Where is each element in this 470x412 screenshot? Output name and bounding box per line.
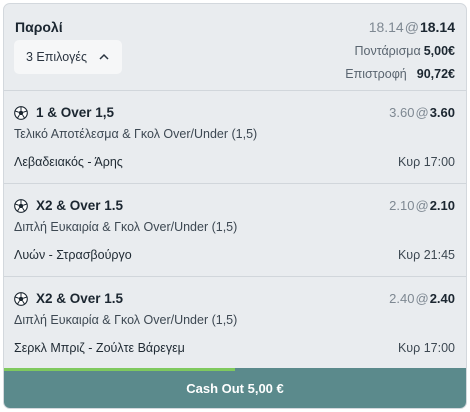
soccer-ball-icon — [14, 199, 28, 213]
selections-toggle-button[interactable]: 3 Επιλογές — [14, 40, 122, 74]
selection-odds-old: 2.40 — [389, 291, 415, 306]
selection-market: 1 & Over 1,5 — [36, 105, 115, 120]
selection-match: Σερκλ Μπριζ - Ζούλτε Βάρεγεμ — [14, 341, 185, 355]
total-odds: 18.14@18.14 — [369, 19, 455, 35]
selection-odds: 3.60@3.60 — [389, 105, 455, 120]
selection-time: Κυρ 17:00 — [397, 341, 455, 355]
soccer-ball-icon — [14, 106, 28, 120]
return-label: Επιστροφή — [345, 67, 407, 81]
selection-market-name: Διπλή Ευκαιρία & Γκολ Over/Under (1,5) — [14, 313, 238, 327]
total-odds-new: 18.14 — [419, 19, 455, 35]
selection-time: Κυρ 21:45 — [397, 248, 455, 262]
return-value: 90,72€ — [416, 67, 455, 81]
stake-row: Ποντάρισμα 5,00€ — [354, 44, 455, 58]
cashout-progress-bar — [4, 368, 235, 371]
odds-at-sign: @ — [415, 198, 429, 213]
selection-market-name: Τελικό Αποτέλεσμα & Γκολ Over/Under (1,5… — [14, 127, 258, 141]
selection-market: X2 & Over 1.5 — [36, 291, 124, 306]
selection-odds-old: 2.10 — [389, 198, 415, 213]
selection-item[interactable]: 1 & Over 1,5 3.60@3.60 Τελικό Αποτέλεσμα… — [4, 90, 466, 180]
bet-slip-card: Παρολί 18.14@18.14 3 Επιλογές Ποντάρισμα… — [3, 3, 467, 409]
selection-odds: 2.10@2.10 — [389, 198, 455, 213]
selection-match: Λεβαδειακός - Άρης — [14, 155, 123, 169]
selection-time: Κυρ 17:00 — [397, 155, 455, 169]
cashout-button[interactable]: Cash Out 5,00 € — [4, 368, 466, 408]
stake-label: Ποντάρισμα — [354, 44, 421, 58]
selection-odds-new: 2.40 — [429, 291, 455, 306]
odds-at-sign: @ — [404, 19, 419, 35]
bet-type-title: Παρολί — [15, 19, 63, 35]
odds-at-sign: @ — [415, 291, 429, 306]
soccer-ball-icon — [14, 292, 28, 306]
selection-market: X2 & Over 1.5 — [36, 198, 124, 213]
selection-odds: 2.40@2.40 — [389, 291, 455, 306]
selection-market-name: Διπλή Ευκαιρία & Γκολ Over/Under (1,5) — [14, 220, 238, 234]
selection-odds-new: 2.10 — [429, 198, 455, 213]
stake-value: 5,00€ — [423, 44, 455, 58]
selection-odds-old: 3.60 — [389, 105, 415, 120]
selection-odds-new: 3.60 — [429, 105, 455, 120]
selection-match: Λυών - Στρασβούργο — [14, 248, 132, 262]
selection-item[interactable]: X2 & Over 1.5 2.10@2.10 Διπλή Ευκαιρία &… — [4, 183, 466, 273]
bet-header: Παρολί 18.14@18.14 3 Επιλογές Ποντάρισμα… — [4, 4, 466, 90]
odds-at-sign: @ — [415, 105, 429, 120]
total-odds-old: 18.14 — [368, 19, 404, 35]
return-row: Επιστροφή 90,72€ — [345, 67, 455, 81]
chevron-up-icon — [99, 52, 109, 63]
selections-toggle-label: 3 Επιλογές — [26, 50, 88, 64]
cashout-label: Cash Out 5,00 € — [186, 380, 284, 396]
selection-item[interactable]: X2 & Over 1.5 2.40@2.40 Διπλή Ευκαιρία &… — [4, 276, 466, 366]
